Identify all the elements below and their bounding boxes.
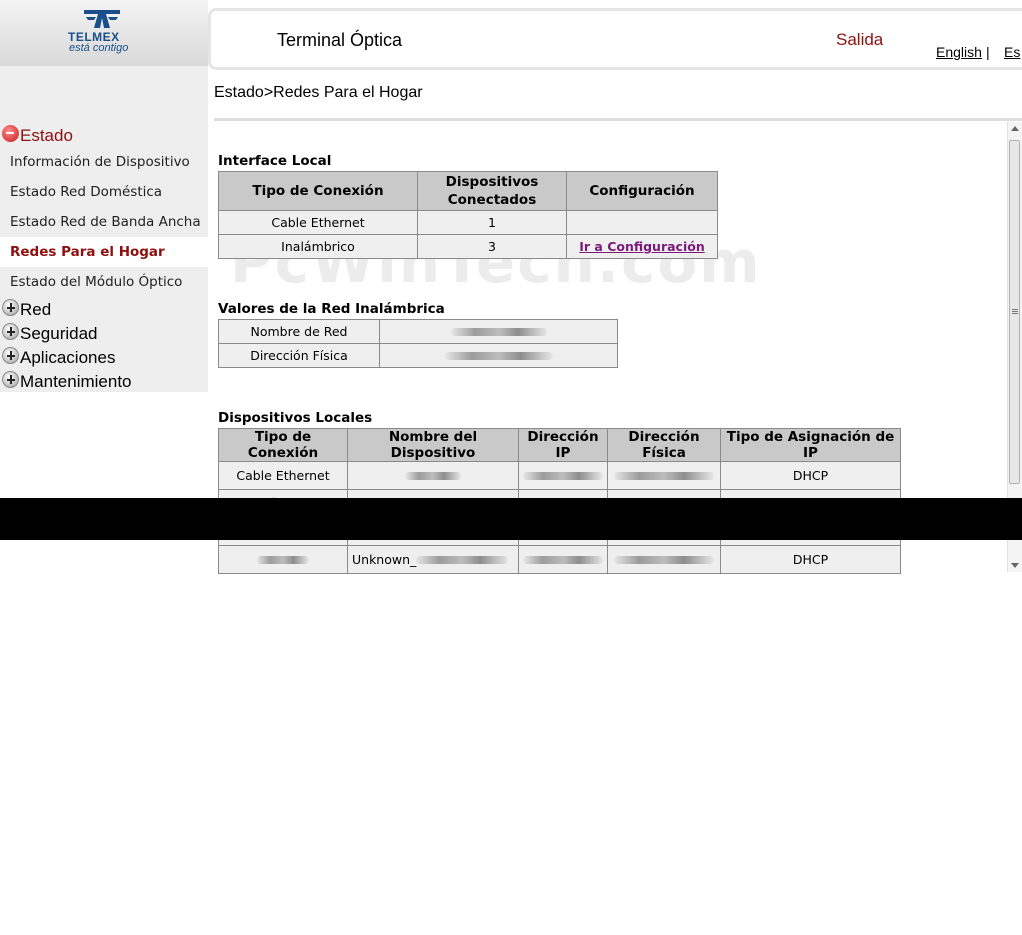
header-title: Terminal Óptica — [277, 30, 403, 50]
brand-tagline: está contigo — [69, 42, 129, 54]
breadcrumb: Estado>Redes Para el Hogar — [214, 84, 423, 101]
table-cell: Dirección Física — [218, 343, 380, 368]
wireless-config-link[interactable]: Ir a Configuración — [579, 239, 705, 254]
sidebar-group-label: Estado — [20, 126, 73, 145]
section-title-interface-local: Interface Local — [218, 153, 332, 169]
column-header: Dirección IP — [518, 428, 608, 462]
table-row: Dirección Física — [218, 343, 618, 368]
collapse-minus-icon — [2, 125, 19, 142]
sidebar-group-mantenimiento[interactable]: Mantenimiento — [0, 370, 208, 392]
column-header: Tipo de Conexión — [218, 171, 418, 211]
column-header: Dirección Física — [607, 428, 721, 462]
sidebar-group-estado[interactable]: Estado — [0, 124, 208, 146]
sidebar-item-informacion-dispositivo[interactable]: Información de Dispositivo — [0, 147, 208, 177]
sidebar-group-label: Aplicaciones — [20, 348, 116, 367]
column-header: Tipo de Conexión — [218, 428, 348, 462]
logout-link[interactable]: Salida — [836, 30, 883, 50]
column-header: Configuración — [566, 171, 718, 211]
redaction-bar — [0, 498, 1022, 540]
redacted-ip — [518, 545, 608, 574]
wireless-values-table: Nombre de Red Dirección Física — [218, 319, 618, 368]
table-cell — [566, 210, 718, 235]
table-row: Nombre de Red — [218, 319, 618, 344]
sidebar-item-redes-para-el-hogar[interactable]: Redes Para el Hogar — [0, 237, 208, 267]
sidebar-group-label: Red — [20, 300, 52, 319]
table-cell: Nombre de Red — [218, 319, 380, 344]
redacted-connection-type — [218, 545, 348, 574]
sidebar-item-estado-modulo-optico[interactable]: Estado del Módulo Óptico — [0, 267, 208, 297]
table-row: Cable Ethernet DHCP — [218, 461, 901, 490]
redacted-device-name — [347, 461, 519, 490]
section-title-local-devices: Dispositivos Locales — [218, 410, 373, 426]
table-cell: DHCP — [720, 545, 901, 574]
redacted-mac-address — [379, 343, 618, 368]
table-row: Inalámbrico 3 Ir a Configuración — [218, 234, 718, 259]
expand-plus-icon — [2, 371, 19, 388]
table-cell: Inalámbrico — [218, 234, 418, 259]
column-header: Dispositivos Conectados — [417, 171, 567, 211]
sidebar-item-estado-red-banda-ancha[interactable]: Estado Red de Banda Ancha — [0, 207, 208, 237]
language-english-link[interactable]: English — [936, 44, 982, 60]
table-row: Unknown_ DHCP — [218, 545, 901, 574]
table-cell: Cable Ethernet — [218, 210, 418, 235]
section-title-wireless: Valores de la Red Inalámbrica — [218, 301, 445, 317]
expand-plus-icon — [2, 299, 19, 316]
table-cell: 3 — [417, 234, 567, 259]
language-espanol-link[interactable]: Es — [1004, 44, 1020, 60]
table-cell: Ir a Configuración — [566, 234, 718, 259]
sidebar-group-red[interactable]: Red — [0, 298, 208, 320]
expand-plus-icon — [2, 347, 19, 364]
content-divider — [214, 118, 1022, 121]
table-cell: Cable Ethernet — [218, 461, 348, 490]
interface-local-table: Tipo de Conexión Dispositivos Conectados… — [218, 171, 718, 259]
table-cell: Unknown_ — [347, 545, 519, 574]
telmex-logo-icon — [84, 10, 120, 28]
expand-plus-icon — [2, 323, 19, 340]
column-header: Tipo de Asignación de IP — [720, 428, 901, 462]
redacted-mac — [607, 545, 721, 574]
table-cell: DHCP — [720, 461, 901, 490]
sidebar-group-label: Seguridad — [20, 324, 98, 343]
sidebar-group-seguridad[interactable]: Seguridad — [0, 322, 208, 344]
scrollbar-grip-icon — [1012, 309, 1018, 310]
logo-area: TELMEX está contigo — [0, 0, 208, 66]
scrollbar-thumb[interactable] — [1009, 140, 1020, 484]
sidebar-group-aplicaciones[interactable]: Aplicaciones — [0, 346, 208, 368]
sidebar-group-label: Mantenimiento — [20, 372, 132, 391]
redacted-network-name — [379, 319, 618, 344]
table-row: Cable Ethernet 1 — [218, 210, 718, 235]
sidebar-item-estado-red-domestica[interactable]: Estado Red Doméstica — [0, 177, 208, 207]
column-header: Nombre del Dispositivo — [347, 428, 519, 462]
device-name-prefix: Unknown_ — [352, 552, 417, 567]
scroll-down-arrow-icon[interactable] — [1011, 563, 1019, 568]
redacted-ip — [518, 461, 608, 490]
language-separator: | — [986, 44, 990, 60]
redacted-mac — [607, 461, 721, 490]
table-cell: 1 — [417, 210, 567, 235]
scroll-up-arrow-icon[interactable] — [1011, 126, 1019, 131]
